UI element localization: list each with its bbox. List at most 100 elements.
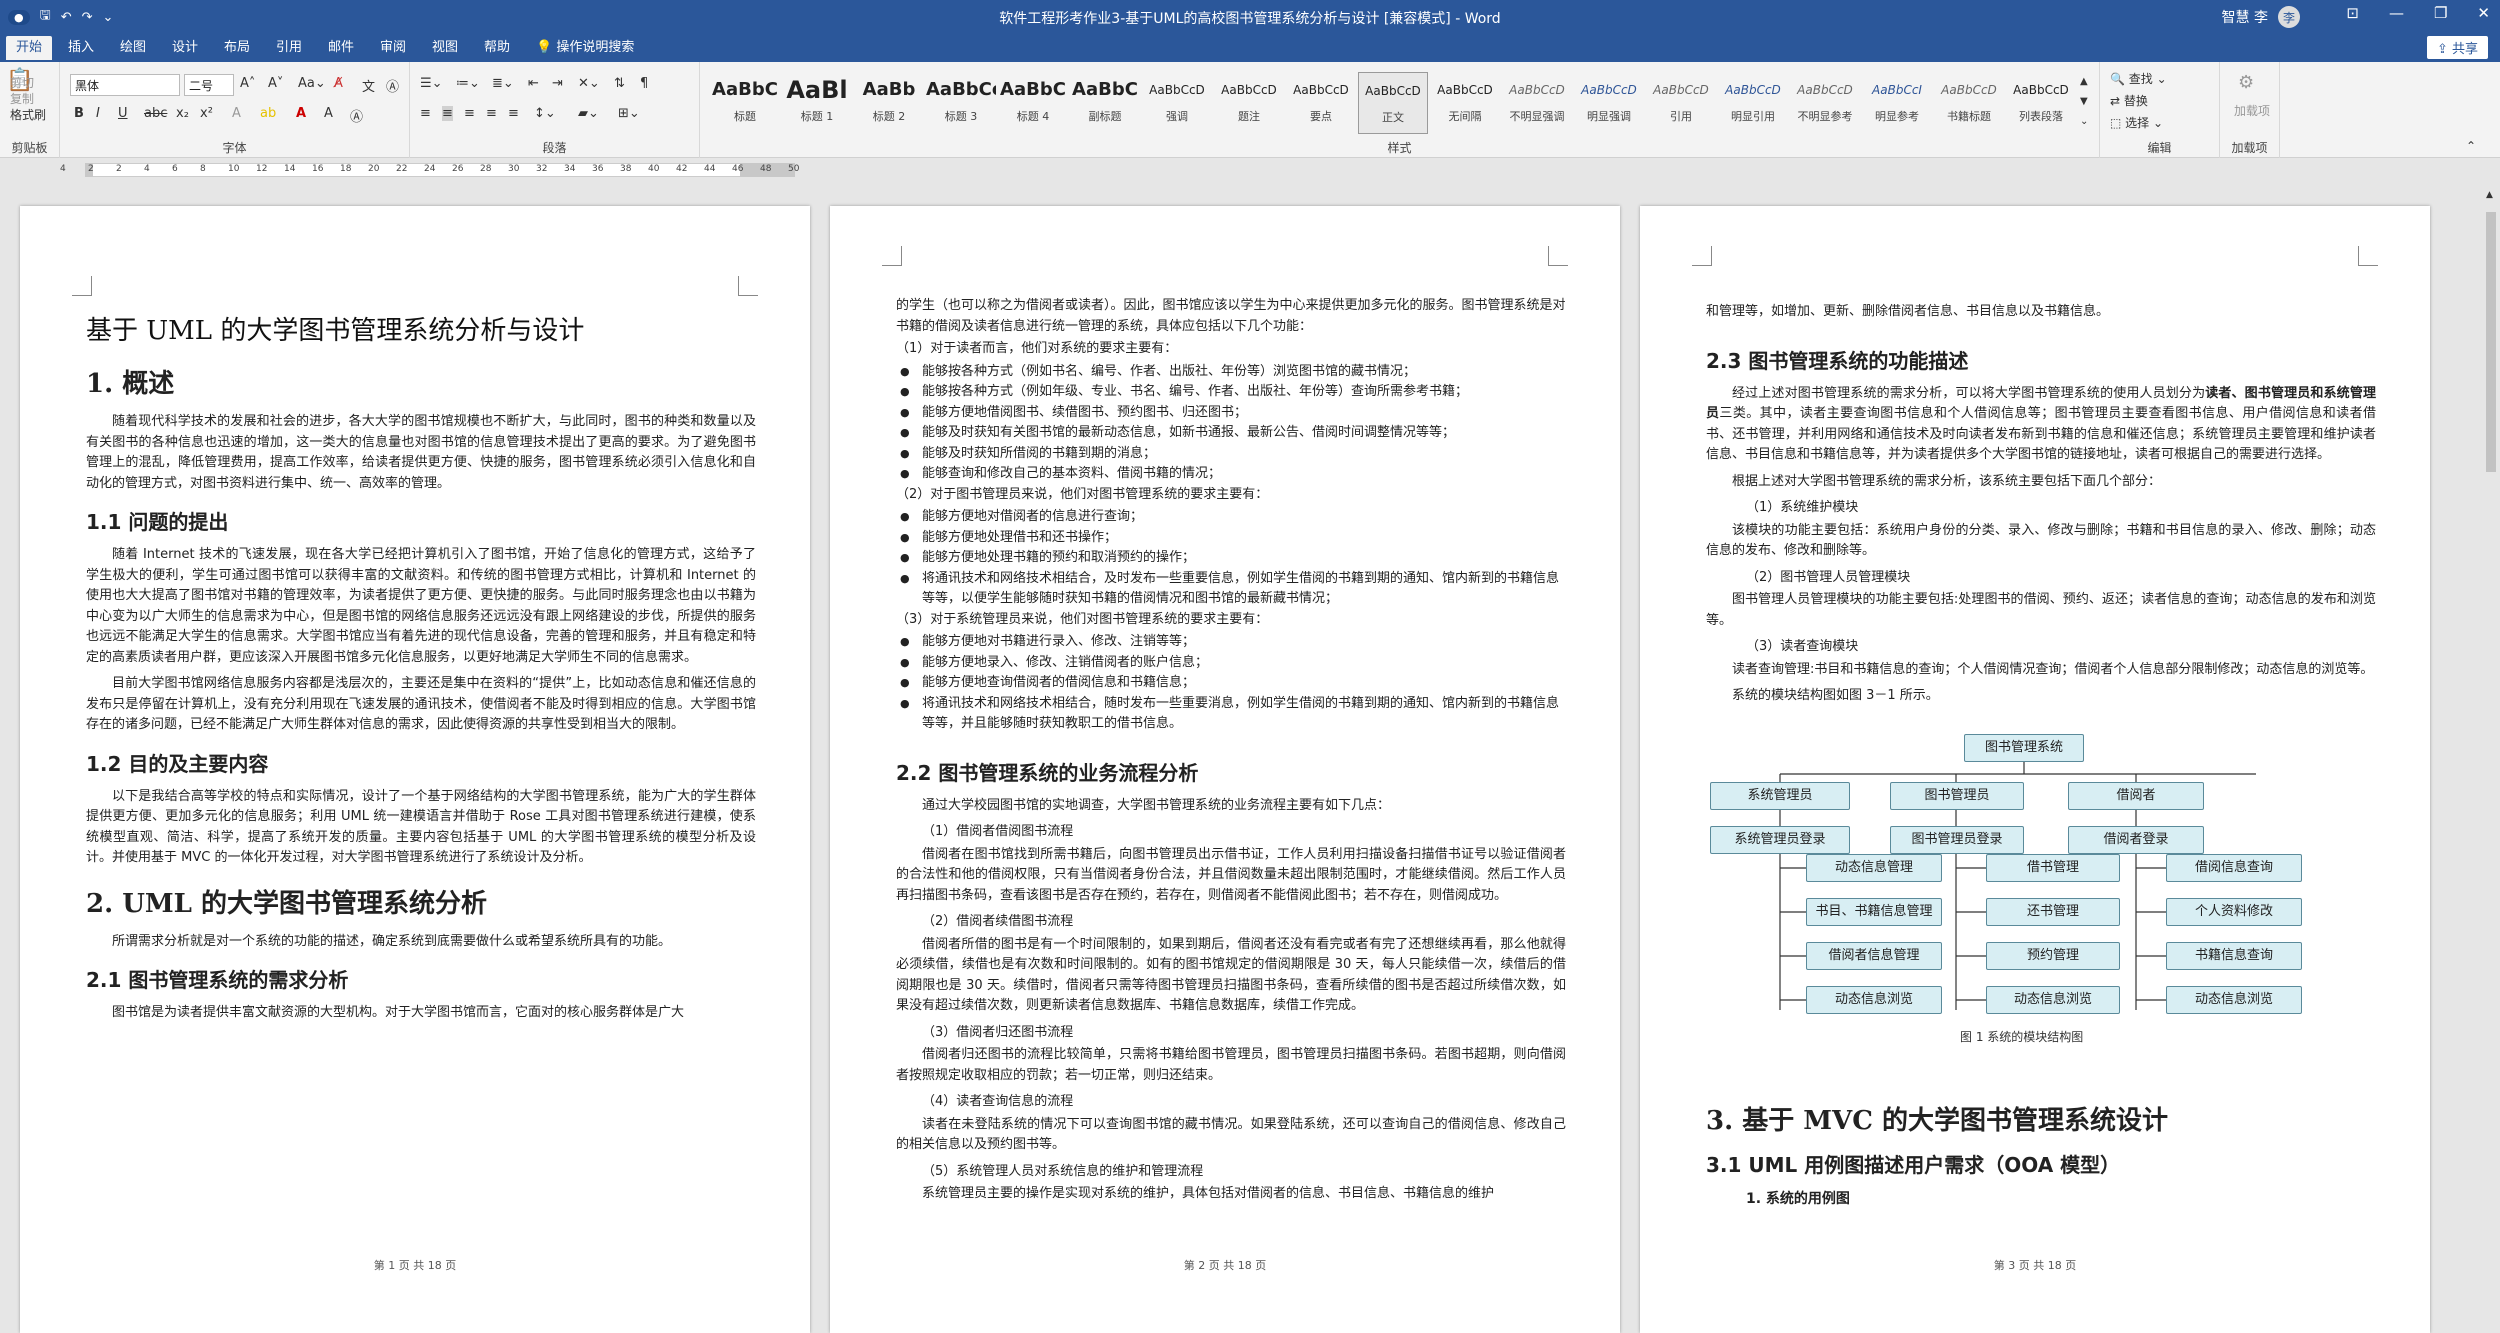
close-icon[interactable]: ✕ <box>2477 4 2490 22</box>
tab-design[interactable]: 设计 <box>162 38 208 62</box>
bold-button[interactable]: B <box>74 106 84 121</box>
line-spacing-icon[interactable]: ↕⌄ <box>534 106 556 121</box>
styles-more-icon[interactable]: ⌄ <box>2080 116 2088 127</box>
style-item[interactable]: AaBbCcD 不明显强调 <box>1502 72 1572 134</box>
style-item[interactable]: AaBl 标题 1 <box>782 72 852 134</box>
italic-button[interactable]: I <box>96 106 100 121</box>
addins-button[interactable]: 加载项 <box>2232 102 2272 119</box>
horizontal-ruler[interactable]: 4 2 2 4 6 8 10 12 14 16 18 20 22 24 26 28 30 32 34 36 38 40 42… <box>0 158 2500 182</box>
tab-help[interactable]: 帮助 <box>474 38 520 62</box>
align-right-icon[interactable]: ≡ <box>464 106 475 121</box>
tab-references[interactable]: 引用 <box>266 38 312 62</box>
styles-scroll-down-icon[interactable]: ▼ <box>2080 96 2088 107</box>
tab-review[interactable]: 审阅 <box>370 38 416 62</box>
style-item[interactable]: AaBbCcI 明显参考 <box>1862 72 1932 134</box>
style-item[interactable]: AaBbCcD 强调 <box>1142 72 1212 134</box>
style-item[interactable]: AaBbCcD 列表段落 <box>2006 72 2076 134</box>
increase-indent-icon[interactable]: ⇥ <box>552 76 563 91</box>
grow-font-icon[interactable]: A˄ <box>240 76 255 91</box>
select-button[interactable]: ⬚ 选择 ⌄ <box>2110 114 2163 131</box>
style-item[interactable]: AaBbCcD 明显引用 <box>1718 72 1788 134</box>
change-case-icon[interactable]: Aa⌄ <box>298 76 326 91</box>
format-painter-button[interactable]: 格式刷 <box>10 106 46 123</box>
font-name-select[interactable]: 黑体 <box>70 74 180 96</box>
tab-layout[interactable]: 布局 <box>214 38 260 62</box>
style-item[interactable]: AaBbCcD 无间隔 <box>1430 72 1500 134</box>
paragraph: （3）对于系统管理员来说，他们对图书管理系统的要求主要有： <box>896 611 1269 627</box>
replace-button[interactable]: ⇄ 替换 <box>2110 92 2148 109</box>
style-item[interactable]: AaBbCcD 书籍标题 <box>1934 72 2004 134</box>
shading-icon[interactable]: ▰⌄ <box>578 106 599 121</box>
tab-home[interactable]: 开始 <box>6 36 53 60</box>
font-size-select[interactable]: 二号 <box>184 74 234 96</box>
style-item[interactable]: AaBbCcD 引用 <box>1646 72 1716 134</box>
style-item[interactable]: AaBb 标题 2 <box>854 72 924 134</box>
sort-icon[interactable]: ⇅ <box>614 76 625 91</box>
shrink-font-icon[interactable]: A˅ <box>268 76 283 91</box>
multilevel-list-icon[interactable]: ≣⌄ <box>492 76 514 91</box>
justify-icon[interactable]: ≡ <box>486 106 497 121</box>
style-name: 不明显参考 <box>1797 110 1853 123</box>
diagram-leaf: 书目、书籍信息管理 <box>1806 898 1942 926</box>
borders-icon[interactable]: ⊞⌄ <box>618 106 640 121</box>
style-item[interactable]: AaBbCcD 正文 <box>1358 72 1428 134</box>
styles-scroll-up-icon[interactable]: ▲ <box>2080 76 2088 87</box>
page-3-body[interactable]: 和管理等，如增加、更新、删除借阅者信息、书目信息以及书籍信息。 2.3 图书管理… <box>1706 302 2376 713</box>
font-color-icon[interactable]: A <box>296 106 306 121</box>
addins-icon[interactable]: ⚙ <box>2238 72 2254 93</box>
align-center-icon[interactable]: ≡ <box>442 106 453 121</box>
scroll-up-icon[interactable]: ▲ <box>2486 190 2493 200</box>
tab-insert[interactable]: 插入 <box>58 38 104 62</box>
tab-mailings[interactable]: 邮件 <box>318 38 364 62</box>
subscript-button[interactable]: x₂ <box>176 106 189 121</box>
text-effects-icon[interactable]: A <box>232 106 241 121</box>
style-item[interactable]: AaBbCcD 不明显参考 <box>1790 72 1860 134</box>
page-2-body[interactable]: 的学生（也可以称之为借阅者或读者）。因此，图书馆应该以学生为中心来提供更加多元化… <box>896 296 1566 1211</box>
highlight-icon[interactable]: ab <box>260 106 276 121</box>
style-item[interactable]: AaBbC 副标题 <box>1070 72 1140 134</box>
copy-button[interactable]: 复制 <box>10 90 34 107</box>
paragraph: （2）对于图书管理员来说，他们对图书管理系统的要求主要有： <box>896 486 1269 502</box>
page-3-lower-body[interactable]: 3. 基于 MVC 的大学图书管理系统设计 3.1 UML 用例图描述用户需求（… <box>1706 1086 2376 1214</box>
distributed-icon[interactable]: ≡ <box>508 106 519 121</box>
align-left-icon[interactable]: ≡ <box>420 106 431 121</box>
strikethrough-button[interactable]: abc <box>144 106 167 121</box>
style-item[interactable]: AaBbC 标题 4 <box>998 72 1068 134</box>
share-button[interactable]: ⇪ 共享 <box>2426 36 2488 59</box>
crop-mark <box>2358 246 2378 266</box>
bullets-icon[interactable]: ☰⌄ <box>420 76 443 91</box>
minimize-icon[interactable]: — <box>2389 4 2404 22</box>
collapse-ribbon-icon[interactable]: ⌃ <box>2466 139 2476 153</box>
cut-button[interactable]: 剪切 <box>10 74 34 91</box>
style-item[interactable]: AaBbCcD 要点 <box>1286 72 1356 134</box>
account-area[interactable]: 智慧 李 李 <box>2222 6 2300 28</box>
phonetic-guide-icon[interactable]: 文 <box>362 76 375 95</box>
chinese-layout-icon[interactable]: ✕⌄ <box>578 76 600 91</box>
char-shading-icon[interactable]: A <box>324 106 333 121</box>
restore-icon[interactable]: ❐ <box>2434 4 2447 22</box>
enclose-char-icon[interactable]: Ⓐ <box>386 76 399 95</box>
tab-draw[interactable]: 绘图 <box>110 38 156 62</box>
scroll-thumb[interactable] <box>2486 212 2496 472</box>
style-preview: AaBbCcD <box>1149 83 1205 97</box>
underline-button[interactable]: U <box>118 106 128 121</box>
char-border-icon[interactable]: Ⓐ <box>350 106 363 125</box>
style-item[interactable]: AaBbCcD 明显强调 <box>1574 72 1644 134</box>
find-button[interactable]: 🔍 查找 ⌄ <box>2110 70 2167 87</box>
avatar[interactable]: 李 <box>2278 6 2300 28</box>
superscript-button[interactable]: x² <box>200 106 213 121</box>
show-marks-icon[interactable]: ¶ <box>640 76 648 91</box>
style-item[interactable]: AaBbCcD 标题 3 <box>926 72 996 134</box>
style-name: 明显参考 <box>1875 110 1919 123</box>
tab-view[interactable]: 视图 <box>422 38 468 62</box>
style-item[interactable]: AaBbCcD 题注 <box>1214 72 1284 134</box>
decrease-indent-icon[interactable]: ⇤ <box>528 76 539 91</box>
clear-format-icon[interactable]: A̸ <box>334 76 343 91</box>
vertical-scrollbar[interactable]: ▲ <box>2482 182 2500 1333</box>
page-1-body[interactable]: 基于 UML 的大学图书管理系统分析与设计 1. 概述 随着现代科学技术的发展和… <box>86 302 756 1030</box>
style-item[interactable]: AaBbC 标题 <box>710 72 780 134</box>
diagram-node: 图书管理员登录 <box>1890 826 2024 854</box>
ribbon-display-icon[interactable]: ⊡ <box>2346 4 2359 22</box>
tell-me-search[interactable]: 💡 操作说明搜索 <box>526 38 644 62</box>
numbering-icon[interactable]: ≔⌄ <box>456 76 480 91</box>
